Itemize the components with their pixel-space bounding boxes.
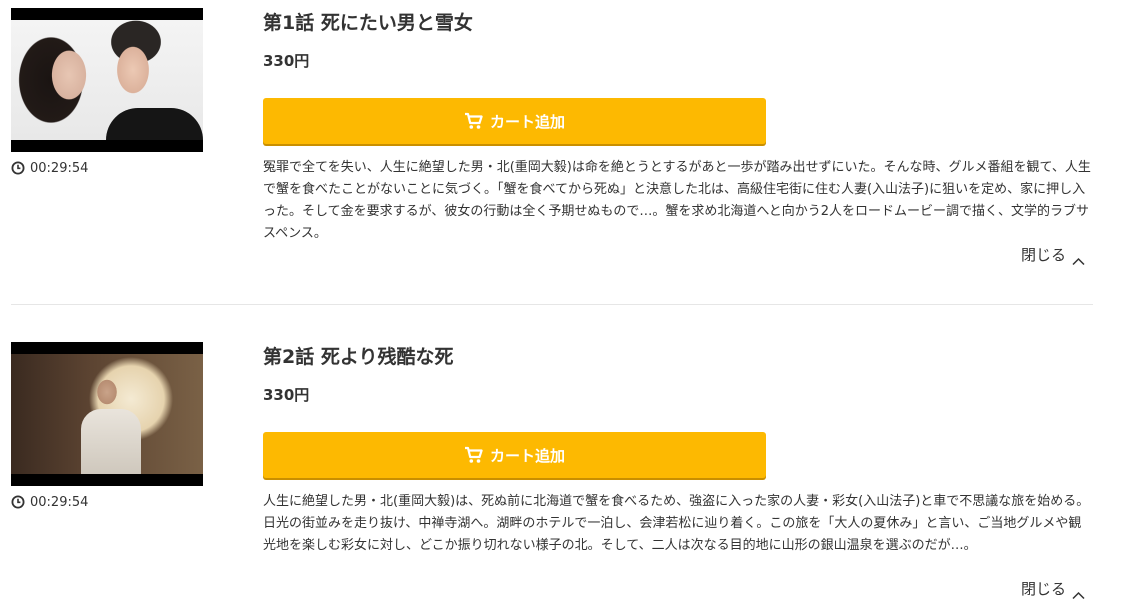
episode-price: 330円 bbox=[263, 386, 310, 404]
close-label: 閉じる bbox=[1021, 246, 1067, 264]
episode-divider bbox=[11, 304, 1093, 305]
add-to-cart-button[interactable]: カート追加 bbox=[263, 98, 766, 144]
cart-button-label: カート追加 bbox=[489, 446, 565, 465]
episode-description: 人生に絶望した男・北(重岡大毅)は、死ぬ前に北海道で蟹を食べるため、強盗に入った… bbox=[263, 494, 1090, 553]
episode-description: 冤罪で全てを失い、人生に絶望した男・北(重岡大毅)は命を絶とうとするがあと一歩が… bbox=[263, 160, 1091, 241]
clock-icon bbox=[11, 161, 25, 175]
thumbnail-image bbox=[11, 354, 203, 474]
episode-thumbnail[interactable] bbox=[11, 342, 203, 486]
close-description-toggle[interactable]: 閉じる bbox=[1021, 245, 1085, 265]
episode-duration: 00:29:54 bbox=[11, 493, 88, 511]
clock-icon bbox=[11, 495, 25, 509]
episode-title: 第2話 死より残酷な死 bbox=[263, 346, 454, 368]
episode-duration: 00:29:54 bbox=[11, 159, 88, 177]
thumbnail-image bbox=[11, 20, 203, 140]
cart-icon bbox=[464, 446, 484, 464]
chevron-up-icon bbox=[1072, 251, 1085, 265]
episode-price: 330円 bbox=[263, 52, 310, 70]
episode-thumbnail[interactable] bbox=[11, 8, 203, 152]
cart-icon bbox=[464, 112, 484, 130]
close-label: 閉じる bbox=[1021, 580, 1067, 598]
duration-text: 00:29:54 bbox=[30, 160, 89, 176]
chevron-up-icon bbox=[1072, 585, 1085, 599]
cart-button-label: カート追加 bbox=[489, 112, 565, 131]
episode-title: 第1話 死にたい男と雪女 bbox=[263, 12, 473, 34]
add-to-cart-button[interactable]: カート追加 bbox=[263, 432, 766, 478]
close-description-toggle[interactable]: 閉じる bbox=[1021, 579, 1085, 599]
duration-text: 00:29:54 bbox=[30, 494, 89, 510]
